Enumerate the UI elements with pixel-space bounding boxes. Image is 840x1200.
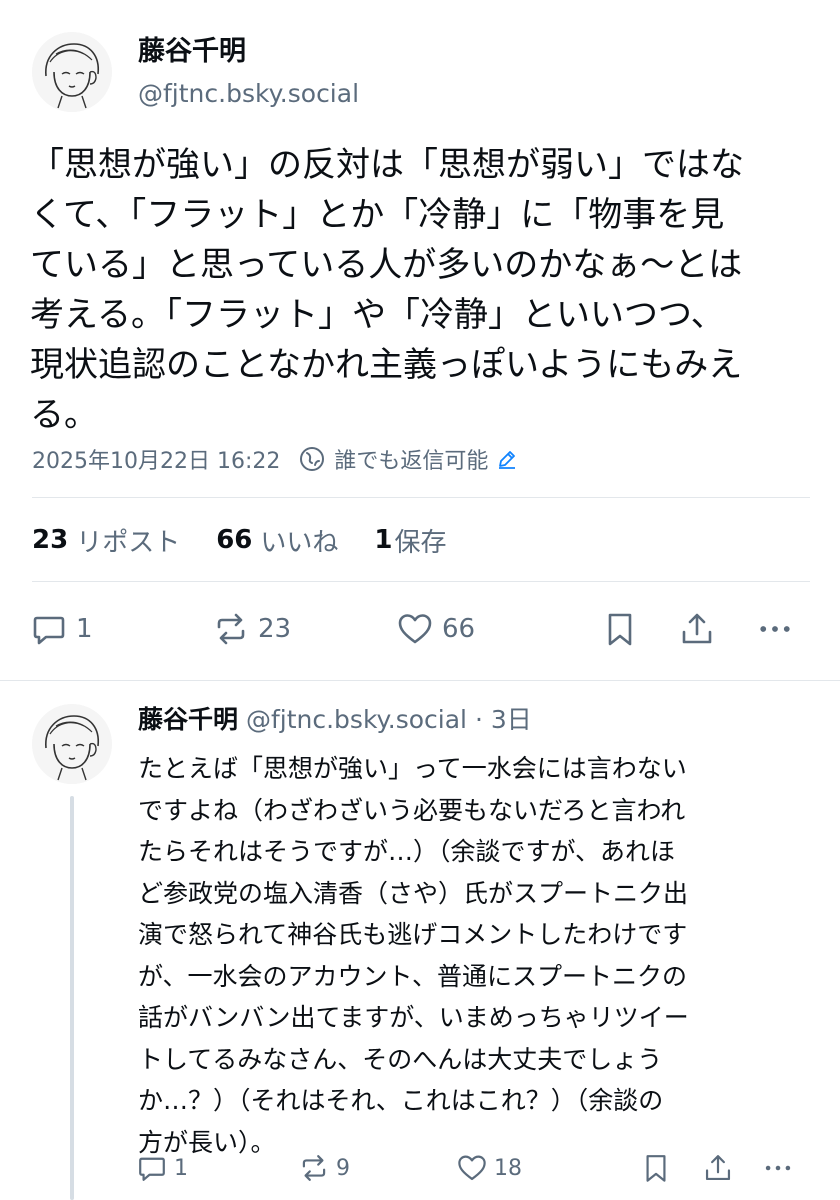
ellipsis-icon (765, 1165, 791, 1171)
reposts-count: 23 (32, 525, 69, 555)
likes-label: いいね (260, 527, 339, 558)
reply-bubble-icon (139, 1157, 165, 1181)
divider (32, 497, 810, 498)
sketch-portrait-avatar-icon (32, 704, 112, 784)
reply-reply-button[interactable]: 1 (136, 1152, 188, 1184)
globe-icon (300, 447, 325, 471)
reply-header: 藤谷千明 @fjtnc.bsky.social · 3日 (138, 703, 532, 737)
bookmark-button[interactable] (601, 610, 647, 648)
like-count: 66 (442, 614, 476, 644)
post-action-bar: 1 23 66 (0, 610, 840, 650)
reply-setting-text[interactable]: 誰でも返信可能 (334, 443, 488, 475)
repost-button[interactable]: 23 (212, 610, 291, 648)
reply-repost-button[interactable]: 9 (298, 1152, 350, 1184)
reply-text-line: ど参政党の塩入清香（さや）氏がスプートニク出 (138, 878, 689, 908)
engagement-stats: 23 リポスト 66 いいね 1 保存 (32, 518, 483, 562)
share-button[interactable] (678, 610, 724, 648)
bookmark-icon (608, 613, 632, 646)
reply-text-line: トしてるみなさん、そのへんは大丈夫でしょう (138, 1044, 663, 1074)
thread-line (70, 796, 74, 1200)
post-timestamp: 2025年10月22日 16:22 (32, 449, 281, 474)
reply-author-name[interactable]: 藤谷千明 (138, 705, 238, 734)
post-text-line: 考える。「フラット」や「冷静」といいつつ、 (30, 295, 725, 335)
reply-count: 1 (76, 614, 93, 644)
reply-bubble-icon (33, 616, 65, 645)
reply-text-line: 演で怒られて神谷氏も逃げコメントしたわけです (138, 920, 688, 949)
bookmark-icon (646, 1155, 666, 1182)
heart-icon (398, 614, 432, 644)
likes-count: 66 (216, 525, 253, 555)
post-text-line: くて、「フラット」とか「冷静」に「物事を見 (30, 195, 725, 235)
reply-share-button[interactable] (702, 1152, 740, 1184)
post-text-line: ている」と思っている人が多いのかなぁ〜とは (30, 245, 743, 285)
share-icon (705, 1155, 731, 1181)
reply-action-bar: 1 9 18 (0, 1152, 840, 1186)
author-handle[interactable]: @fjtnc.bsky.social (138, 78, 359, 110)
reply-like-count: 18 (494, 1155, 522, 1181)
heart-icon (458, 1155, 486, 1181)
repost-icon (217, 613, 245, 645)
pencil-edit-icon[interactable] (496, 448, 518, 470)
reply-text-line: ですよね（わざわざいう必要もないだろと言われ (138, 795, 686, 825)
reply-more-options-button[interactable] (762, 1152, 800, 1184)
reply-text-line: たとえば「思想が強い」って一水会には言わない (138, 754, 687, 783)
reposts-stat[interactable]: 23 リポスト (32, 522, 180, 559)
reply-author-handle[interactable]: @fjtnc.bsky.social (246, 705, 467, 734)
author-display-name[interactable]: 藤谷千明 (138, 34, 246, 70)
reply-bookmark-button[interactable] (640, 1152, 678, 1184)
reply-repost-count: 9 (336, 1155, 350, 1181)
ellipsis-icon (760, 626, 790, 632)
saves-count: 1 (374, 525, 393, 555)
likes-stat[interactable]: 66 いいね (216, 522, 338, 559)
repost-icon (302, 1155, 326, 1181)
reply-reply-count: 1 (174, 1155, 188, 1181)
like-button[interactable]: 66 (396, 610, 475, 648)
divider (32, 581, 810, 582)
reply-like-button[interactable]: 18 (456, 1152, 522, 1184)
post-text-line: る。 (30, 395, 98, 435)
post-separator (0, 680, 840, 681)
repost-count: 23 (258, 614, 292, 644)
reply-text-line: 話がバンバン出てますが、いまめっちゃリツイー (138, 1003, 689, 1032)
sketch-portrait-avatar-icon (32, 32, 112, 112)
reply-text: たとえば「思想が強い」って一水会には言わない ですよね（わざわざいう必要もないだ… (138, 748, 828, 1163)
author-avatar[interactable] (32, 32, 112, 112)
reposts-label: リポスト (76, 527, 181, 558)
post-text-line: 現状追認のことなかれ主義っぽいようにもみえ (30, 345, 743, 385)
reply-text-line: が、一水会のアカウント、普通にスプートニクの (138, 961, 688, 991)
post-text: 「思想が強い」の反対は「思想が弱い」ではな くて、「フラット」とか「冷静」に「物… (30, 140, 820, 440)
share-icon (682, 613, 712, 644)
reply-text-line: たらそれはそうですが…）（余談ですが、あれほ (138, 837, 676, 866)
saves-stat[interactable]: 1 保存 (374, 522, 446, 559)
post-meta-row: 2025年10月22日 16:22 誰でも返信可能 (32, 441, 518, 477)
post-text-line: 「思想が強い」の反対は「思想が弱い」ではな (30, 145, 744, 185)
saves-label: 保存 (394, 527, 447, 558)
reply-text-line: か…？）（それはそれ、これはこれ？）（余談の (138, 1086, 664, 1115)
reply-author-avatar[interactable] (32, 704, 112, 784)
reply-button[interactable]: 1 (30, 610, 93, 648)
reply-age[interactable]: · 3日 (475, 705, 532, 734)
more-options-button[interactable] (756, 610, 802, 648)
